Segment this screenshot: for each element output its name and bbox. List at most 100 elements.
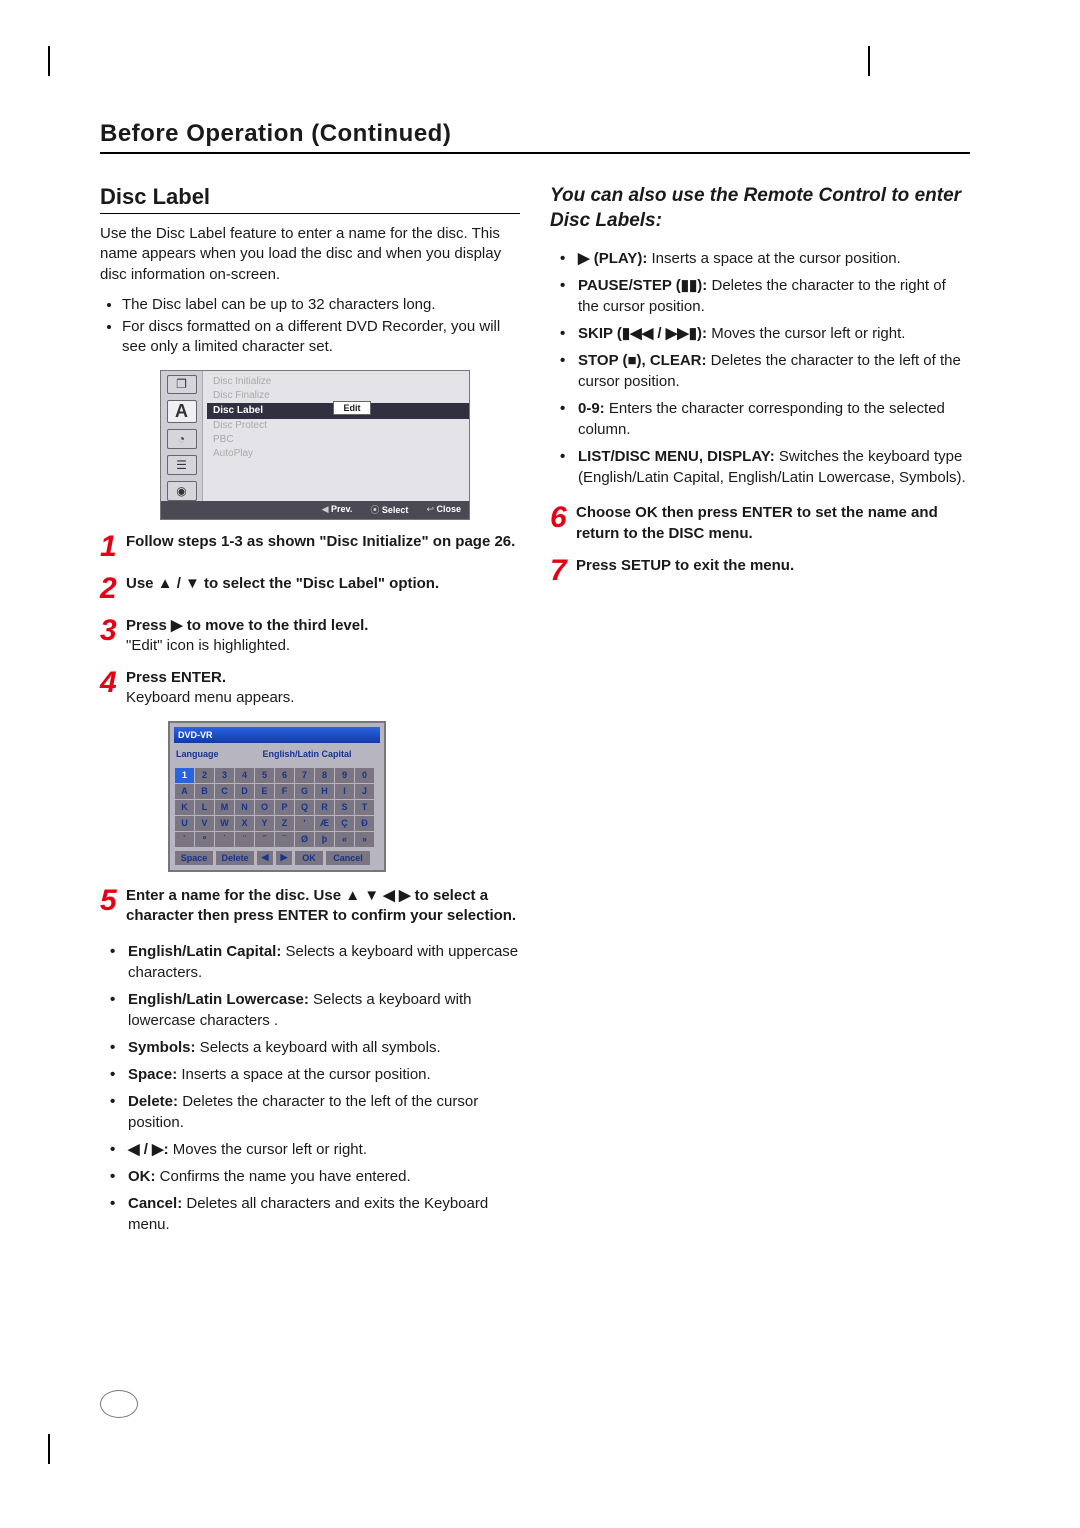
kbd-key: A	[175, 783, 195, 799]
rc-bullet-3: SKIP (▮◀◀ / ▶▶▮): Moves the cursor left …	[578, 323, 970, 344]
menu-item-disc-initialize: Disc Initialize	[207, 375, 469, 389]
step-num-5: 5	[100, 886, 122, 927]
kbd-key: Ð	[355, 815, 375, 831]
kbd-key: 4	[235, 767, 255, 783]
s5-bullet-8: Cancel: Deletes all characters and exits…	[128, 1193, 520, 1235]
s5-bullet-4: Space: Inserts a space at the cursor pos…	[128, 1064, 520, 1085]
kbd-key: '	[295, 815, 315, 831]
kbd-row-3: U V W X Y Z ' Æ Ç Ð	[175, 815, 375, 831]
s5-bullet-5: Delete: Deletes the character to the lef…	[128, 1091, 520, 1133]
kbd-key: L	[195, 799, 215, 815]
step-5-text: Enter a name for the disc. Use ▲ ▼ ◀ ▶ t…	[126, 887, 516, 924]
kbd-key: N	[235, 799, 255, 815]
kbd-key: Q	[295, 799, 315, 815]
kbd-row-2: K L M N O P Q R S T	[175, 799, 375, 815]
menu-footer: ◀ Prev. ⦿ Select ↩ Close	[161, 501, 469, 519]
kbd-key: 5	[255, 767, 275, 783]
step-3: 3 Press ▶ to move to the third level. "E…	[100, 616, 520, 657]
kbd-row-4: ` º ˙ ¨ ˝ ¯ Ø þ « »	[175, 831, 375, 847]
clock-icon: ◔	[167, 429, 197, 449]
menu-item-autoplay: AutoPlay	[207, 447, 469, 461]
kbd-mode-label: English/Latin Capital	[234, 749, 380, 759]
kbd-key: ¯	[275, 831, 295, 847]
footer-select: ⦿ Select	[370, 503, 408, 516]
step-num-6: 6	[550, 503, 572, 544]
kbd-row-0: 1 2 3 4 5 6 7 8 9 0	[175, 767, 375, 783]
page-number-oval	[100, 1390, 138, 1418]
menu-item-disc-protect: Disc Protect	[207, 419, 469, 433]
kbd-key: Æ	[315, 815, 335, 831]
kbd-key: Y	[255, 815, 275, 831]
footer-prev: ◀ Prev.	[322, 504, 353, 515]
kbd-key: J	[355, 783, 375, 799]
step-5-bullets: English/Latin Capital: Selects a keyboar…	[100, 941, 520, 1235]
kbd-key: »	[355, 831, 375, 847]
step-num-4: 4	[100, 668, 122, 709]
kbd-key: G	[295, 783, 315, 799]
menu-screenshot: ❐ A ◔ ☰ ◉ Disc Initialize Disc Finalize …	[160, 370, 470, 520]
kbd-key: I	[335, 783, 355, 799]
step-num-7: 7	[550, 556, 572, 586]
kbd-key: º	[195, 831, 215, 847]
menu-rail: ❐ A ◔ ☰ ◉	[161, 371, 203, 501]
kbd-key: O	[255, 799, 275, 815]
kbd-title: DVD-VR	[174, 727, 380, 743]
kbd-key: 7	[295, 767, 315, 783]
page-title: Before Operation (Continued)	[100, 120, 970, 150]
step-3-bold: Press ▶ to move to the third level.	[126, 617, 368, 634]
tv-icon: ❐	[167, 375, 197, 395]
kbd-key: Ø	[295, 831, 315, 847]
kbd-key: S	[335, 799, 355, 815]
rc-bullet-6: LIST/DISC MENU, DISPLAY: Switches the ke…	[578, 446, 970, 488]
kbd-key: ˙	[215, 831, 235, 847]
intro-bullet-2: For discs formatted on a different DVD R…	[122, 317, 520, 358]
menu-body: Disc Initialize Disc Finalize Disc Label…	[203, 371, 469, 501]
intro-bullets: The Disc label can be up to 32 character…	[100, 295, 520, 358]
kbd-key: ˝	[255, 831, 275, 847]
title-rule	[100, 152, 970, 154]
kbd-key: T	[355, 799, 375, 815]
kbd-key: 9	[335, 767, 355, 783]
kbd-key: V	[195, 815, 215, 831]
intro-bullet-1: The Disc label can be up to 32 character…	[122, 295, 520, 315]
remote-bullets: ▶ (PLAY): Inserts a space at the cursor …	[550, 248, 970, 488]
step-5: 5 Enter a name for the disc. Use ▲ ▼ ◀ ▶…	[100, 886, 520, 927]
s5-bullet-2: English/Latin Lowercase: Selects a keybo…	[128, 989, 520, 1031]
keyboard-screenshot: DVD-VR Language English/Latin Capital 1 …	[168, 721, 386, 872]
step-4-rest: Keyboard menu appears.	[126, 689, 294, 706]
kbd-left: ◀	[256, 850, 274, 866]
left-column: Disc Label Use the Disc Label feature to…	[100, 174, 520, 1250]
alt-heading: You can also use the Remote Control to e…	[550, 184, 970, 233]
kbd-key: F	[275, 783, 295, 799]
step-1: 1 Follow steps 1-3 as shown "Disc Initia…	[100, 532, 520, 562]
kbd-key: E	[255, 783, 275, 799]
page-content: Before Operation (Continued) Disc Label …	[100, 120, 970, 1250]
kbd-key: H	[315, 783, 335, 799]
kbd-actions: Space Delete ◀ ▶ OK Cancel	[174, 850, 380, 866]
step-num-2: 2	[100, 574, 122, 604]
edit-pill: Edit	[333, 401, 371, 415]
kbd-key: P	[275, 799, 295, 815]
crop-mark-tr	[840, 46, 870, 76]
step-6-text: Choose OK then press ENTER to set the na…	[576, 504, 938, 541]
kbd-key: 3	[215, 767, 235, 783]
step-6: 6 Choose OK then press ENTER to set the …	[550, 503, 970, 544]
kbd-key: ¨	[235, 831, 255, 847]
kbd-key: D	[235, 783, 255, 799]
kbd-lang-label: Language	[174, 749, 234, 759]
step-4-bold: Press ENTER.	[126, 669, 226, 686]
kbd-row-1: A B C D E F G H I J	[175, 783, 375, 799]
footer-close: ↩ Close	[426, 504, 461, 515]
kbd-key: R	[315, 799, 335, 815]
kbd-key: 2	[195, 767, 215, 783]
kbd-key: B	[195, 783, 215, 799]
intro-paragraph: Use the Disc Label feature to enter a na…	[100, 224, 520, 285]
step-num-3: 3	[100, 616, 122, 657]
kbd-key: 6	[275, 767, 295, 783]
s5-bullet-7: OK: Confirms the name you have entered.	[128, 1166, 520, 1187]
kbd-key: U	[175, 815, 195, 831]
section-heading-disc-label: Disc Label	[100, 184, 520, 214]
kbd-grid: 1 2 3 4 5 6 7 8 9 0 A B C	[174, 767, 375, 848]
kbd-key: `	[175, 831, 195, 847]
kbd-key: þ	[315, 831, 335, 847]
